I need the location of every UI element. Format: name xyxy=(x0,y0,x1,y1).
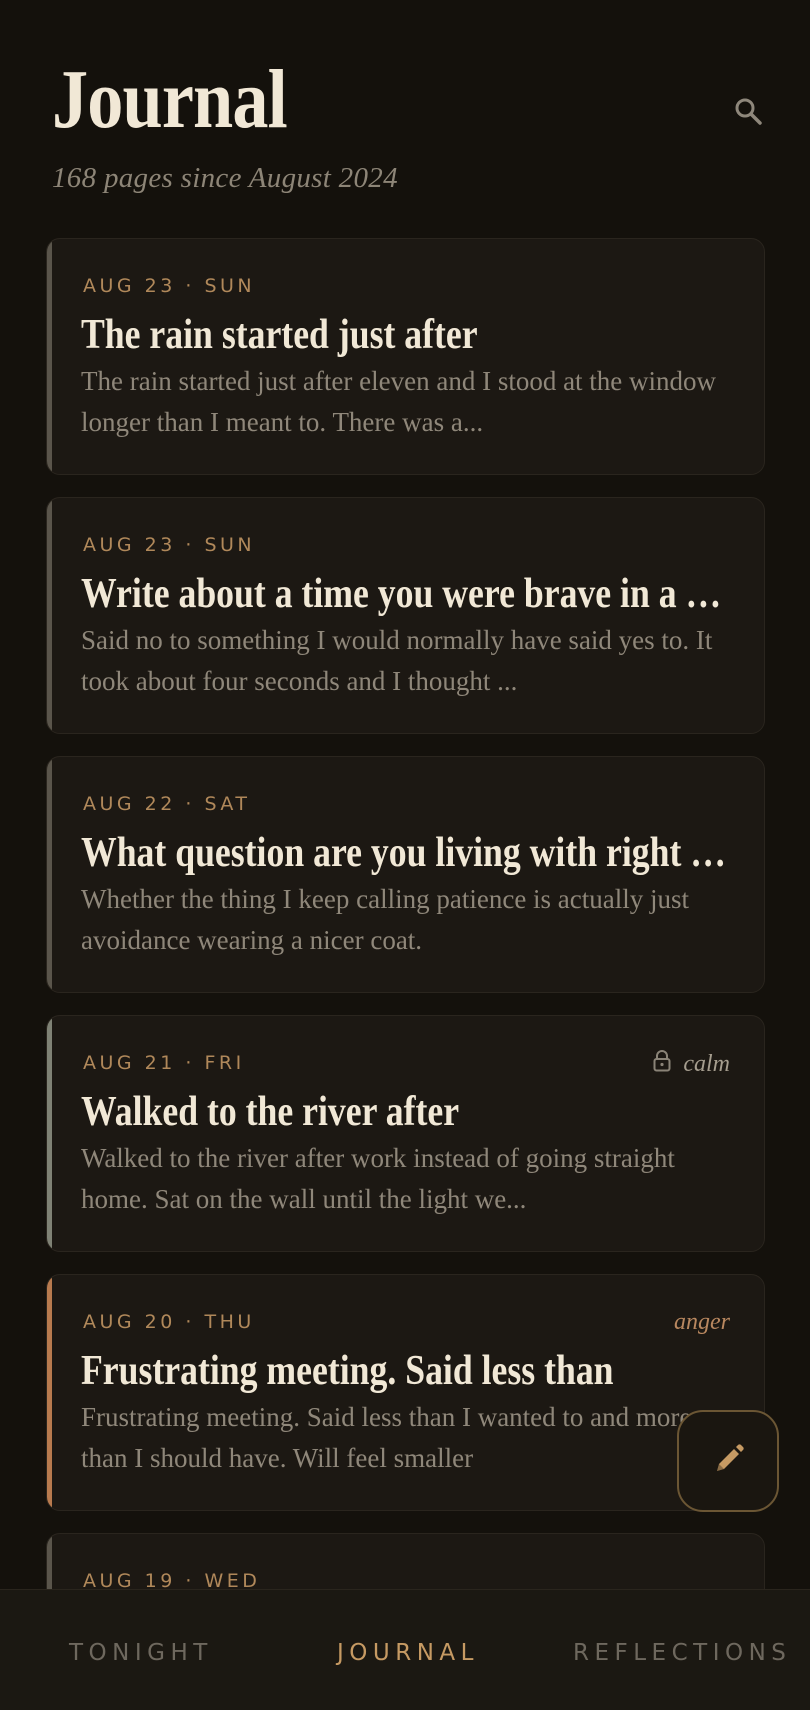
journal-entry-card[interactable]: AUG 20 · THU anger Frustrating meeting. … xyxy=(46,1274,765,1511)
page-subtitle: 168 pages since August 2024 xyxy=(52,162,398,194)
journal-entry-card[interactable]: AUG 23 · SUN Write about a time you were… xyxy=(46,497,765,734)
entry-date: AUG 23 · SUN xyxy=(83,534,256,556)
journal-entry-card[interactable]: AUG 23 · SUN The rain started just after… xyxy=(46,238,765,475)
entry-accent-bar xyxy=(47,498,52,733)
search-icon xyxy=(733,96,763,129)
entry-accent-bar xyxy=(47,1016,52,1251)
entry-title: What question are you living with right … xyxy=(81,830,727,876)
entry-date: AUG 23 · SUN xyxy=(83,275,256,297)
entry-excerpt: Walked to the river after work instead o… xyxy=(81,1143,675,1214)
entry-excerpt: Whether the thing I keep calling patienc… xyxy=(81,884,690,955)
lock-icon xyxy=(653,1050,671,1079)
entry-title: Write about a time you were brave in a s… xyxy=(81,571,727,617)
pencil-icon xyxy=(709,1441,747,1482)
entry-accent-bar xyxy=(47,1275,52,1510)
entry-excerpt: Said no to something I would normally ha… xyxy=(81,625,713,696)
entry-title: Walked to the river after xyxy=(81,1089,460,1135)
entry-title: Frustrating meeting. Said less than xyxy=(81,1348,614,1394)
entry-mood: anger xyxy=(674,1309,730,1336)
journal-entry-card[interactable]: AUG 22 · SAT What question are you livin… xyxy=(46,756,765,993)
tab-tonight[interactable]: TONIGHT xyxy=(69,1640,213,1666)
journal-entry-card[interactable]: AUG 21 · FRI calm Walked to the river af… xyxy=(46,1015,765,1252)
entry-accent-bar xyxy=(47,239,52,474)
tab-reflections[interactable]: REFLECTIONS xyxy=(573,1640,791,1666)
bottom-tab-bar: TONIGHT JOURNAL REFLECTIONS xyxy=(0,1589,810,1710)
entry-accent-bar xyxy=(47,757,52,992)
entry-date: AUG 20 · THU xyxy=(83,1311,255,1333)
page-header: Journal 168 pages since August 2024 xyxy=(52,58,762,195)
search-button[interactable] xyxy=(728,92,768,132)
entry-date: AUG 21 · FRI xyxy=(83,1052,245,1074)
page-title: Journal xyxy=(52,53,288,146)
entry-date: AUG 22 · SAT xyxy=(83,793,251,815)
entry-mood: calm xyxy=(653,1050,730,1079)
journal-entry-list: AUG 23 · SUN The rain started just after… xyxy=(46,238,765,1710)
entry-excerpt: Frustrating meeting. Said less than I wa… xyxy=(81,1402,692,1473)
entry-title: The rain started just after xyxy=(81,312,478,358)
mood-label: anger xyxy=(674,1309,730,1335)
new-entry-button[interactable] xyxy=(677,1410,779,1512)
mood-label: calm xyxy=(683,1051,730,1077)
tab-journal[interactable]: JOURNAL xyxy=(337,1640,479,1666)
entry-excerpt: The rain started just after eleven and I… xyxy=(81,366,717,437)
